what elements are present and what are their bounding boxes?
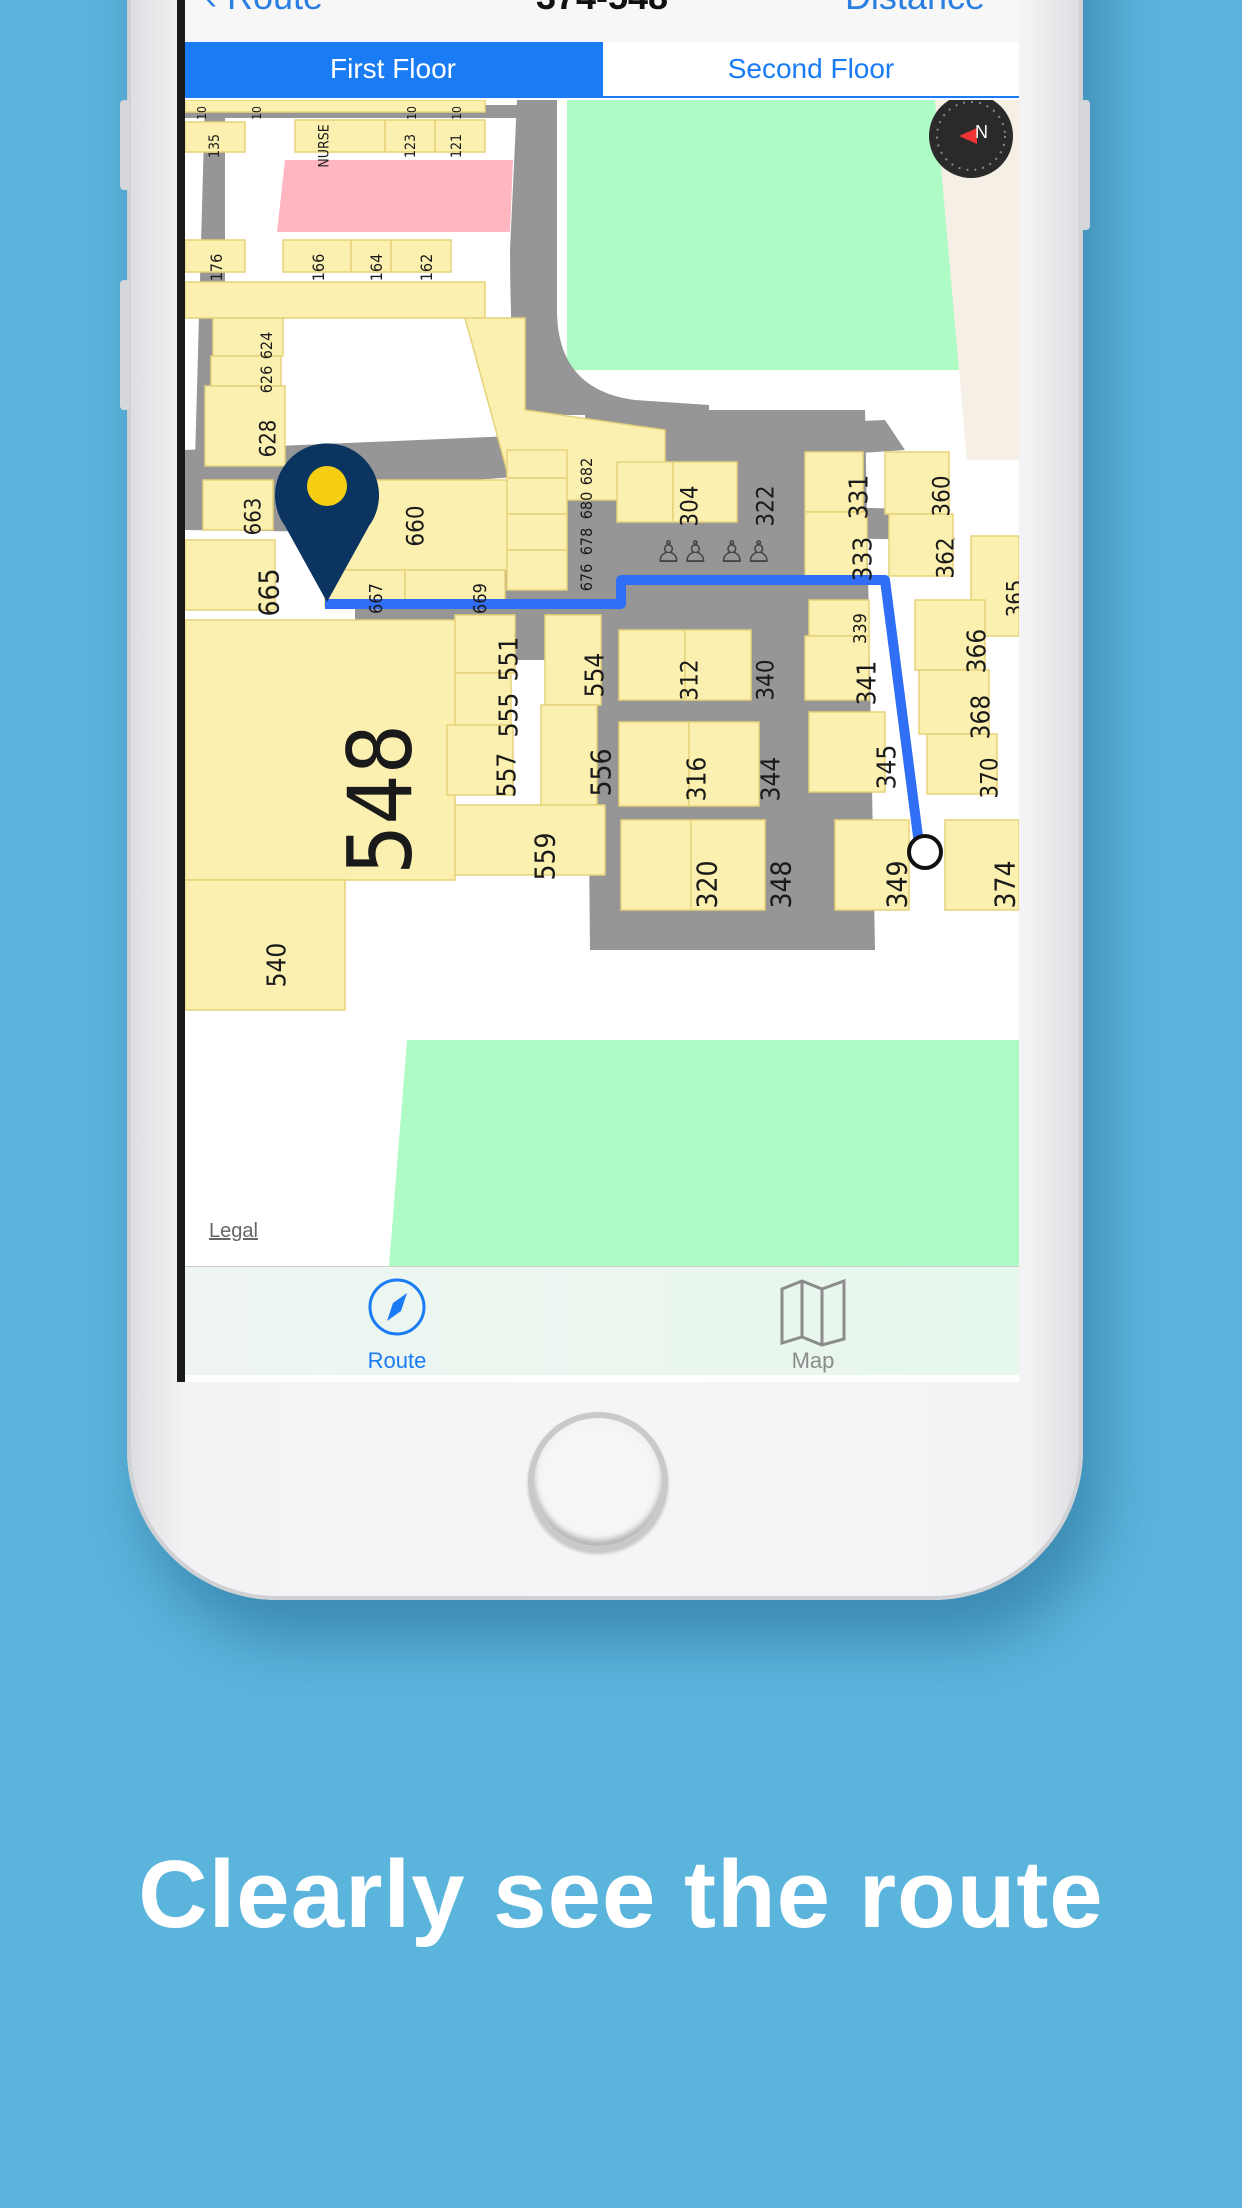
room-label: 176 <box>207 253 227 282</box>
room-label: 320 <box>690 860 724 909</box>
distance-button[interactable]: Distance <box>845 0 985 18</box>
phone-side-button <box>120 280 130 410</box>
room-label: 556 <box>584 748 618 797</box>
phone-screen: ‹ Route 374-548 Distance First Floor Sec… <box>177 0 1019 1382</box>
floor-selector: First Floor Second Floor <box>185 42 1019 98</box>
tab-map[interactable]: Map <box>713 1277 913 1374</box>
room-label: 123 <box>403 133 420 159</box>
room-label: 628 <box>256 419 282 458</box>
highlighted-area <box>277 160 513 232</box>
room-label: 660 <box>401 505 430 547</box>
tab-map-label: Map <box>791 1348 835 1373</box>
room-label: 362 <box>931 537 960 579</box>
phone-side-button <box>120 100 130 190</box>
compass-north-label: N <box>975 122 988 142</box>
room-label: 540 <box>262 942 293 988</box>
indoor-map[interactable]: ♙♙ ♙♙ 10 10 10 10 135 NURSE 123 121 176 166 164 162… <box>185 100 1019 1266</box>
room-label: 548 <box>329 723 433 876</box>
room-label: 10 <box>449 106 464 120</box>
room-label: 10 <box>249 106 264 120</box>
room-label: 370 <box>975 757 1004 799</box>
room-label: 554 <box>580 652 611 698</box>
room-label: 166 <box>309 253 329 282</box>
room-label: 135 <box>207 133 224 159</box>
home-button[interactable] <box>528 1412 668 1552</box>
room-label: 345 <box>872 744 903 790</box>
room-label: 551 <box>494 636 525 682</box>
room-label: 360 <box>927 475 956 517</box>
tab-route-label: Route <box>367 1348 427 1373</box>
room-label: 368 <box>966 694 997 740</box>
room-label: 304 <box>675 485 704 527</box>
compass-icon <box>368 1278 426 1336</box>
room-label: 665 <box>252 568 286 617</box>
room-label: 333 <box>848 536 879 582</box>
map-icon <box>780 1278 846 1347</box>
room-label: 663 <box>241 497 267 536</box>
green-area <box>567 100 983 370</box>
legal-link[interactable]: Legal <box>209 1220 258 1243</box>
room-label: 626 <box>257 365 277 394</box>
room-label: 121 <box>449 133 466 159</box>
room-label: 164 <box>367 253 387 282</box>
room-label: 676 <box>577 563 597 592</box>
room-label: 678 <box>577 527 597 556</box>
room-label: 10 <box>404 106 419 120</box>
room-label: 559 <box>528 832 562 881</box>
room-label: 366 <box>962 628 993 674</box>
tab-second-floor[interactable]: Second Floor <box>601 42 1019 96</box>
room-label: 374 <box>988 860 1019 909</box>
room-label: 680 <box>577 491 597 520</box>
destination-marker[interactable] <box>907 834 943 870</box>
room-label: 349 <box>880 860 914 909</box>
room-label: NURSE <box>316 124 333 168</box>
room-label: 624 <box>257 331 277 360</box>
room-label: 316 <box>682 756 713 802</box>
room-label: 365 <box>1003 579 1019 618</box>
green-area <box>389 1040 1019 1266</box>
marketing-caption: Clearly see the route <box>138 1841 1104 1948</box>
tab-route[interactable]: Route <box>297 1277 497 1374</box>
room-label: 344 <box>756 756 787 802</box>
tab-bar: Route Map <box>185 1266 1019 1375</box>
restroom-icon: ♙♙ ♙♙ <box>655 535 772 570</box>
tab-first-floor[interactable]: First Floor <box>185 42 601 96</box>
room-label: 10 <box>194 106 209 120</box>
room-label: 555 <box>494 692 525 738</box>
room-label: 340 <box>751 659 780 701</box>
navigation-bar: ‹ Route 374-548 Distance <box>185 0 1019 42</box>
room-label: 339 <box>849 613 871 644</box>
room-label: 682 <box>577 457 597 486</box>
phone-power-button <box>1080 100 1090 230</box>
room-label: 667 <box>365 583 387 614</box>
room-label: 312 <box>675 659 704 701</box>
room-label: 322 <box>751 485 780 527</box>
room-label: 348 <box>764 860 798 909</box>
room-label: 331 <box>844 474 875 520</box>
room-label: 341 <box>852 660 883 706</box>
room-label: 557 <box>492 752 523 798</box>
room-label: 162 <box>417 253 437 282</box>
room-label: 669 <box>469 583 491 614</box>
